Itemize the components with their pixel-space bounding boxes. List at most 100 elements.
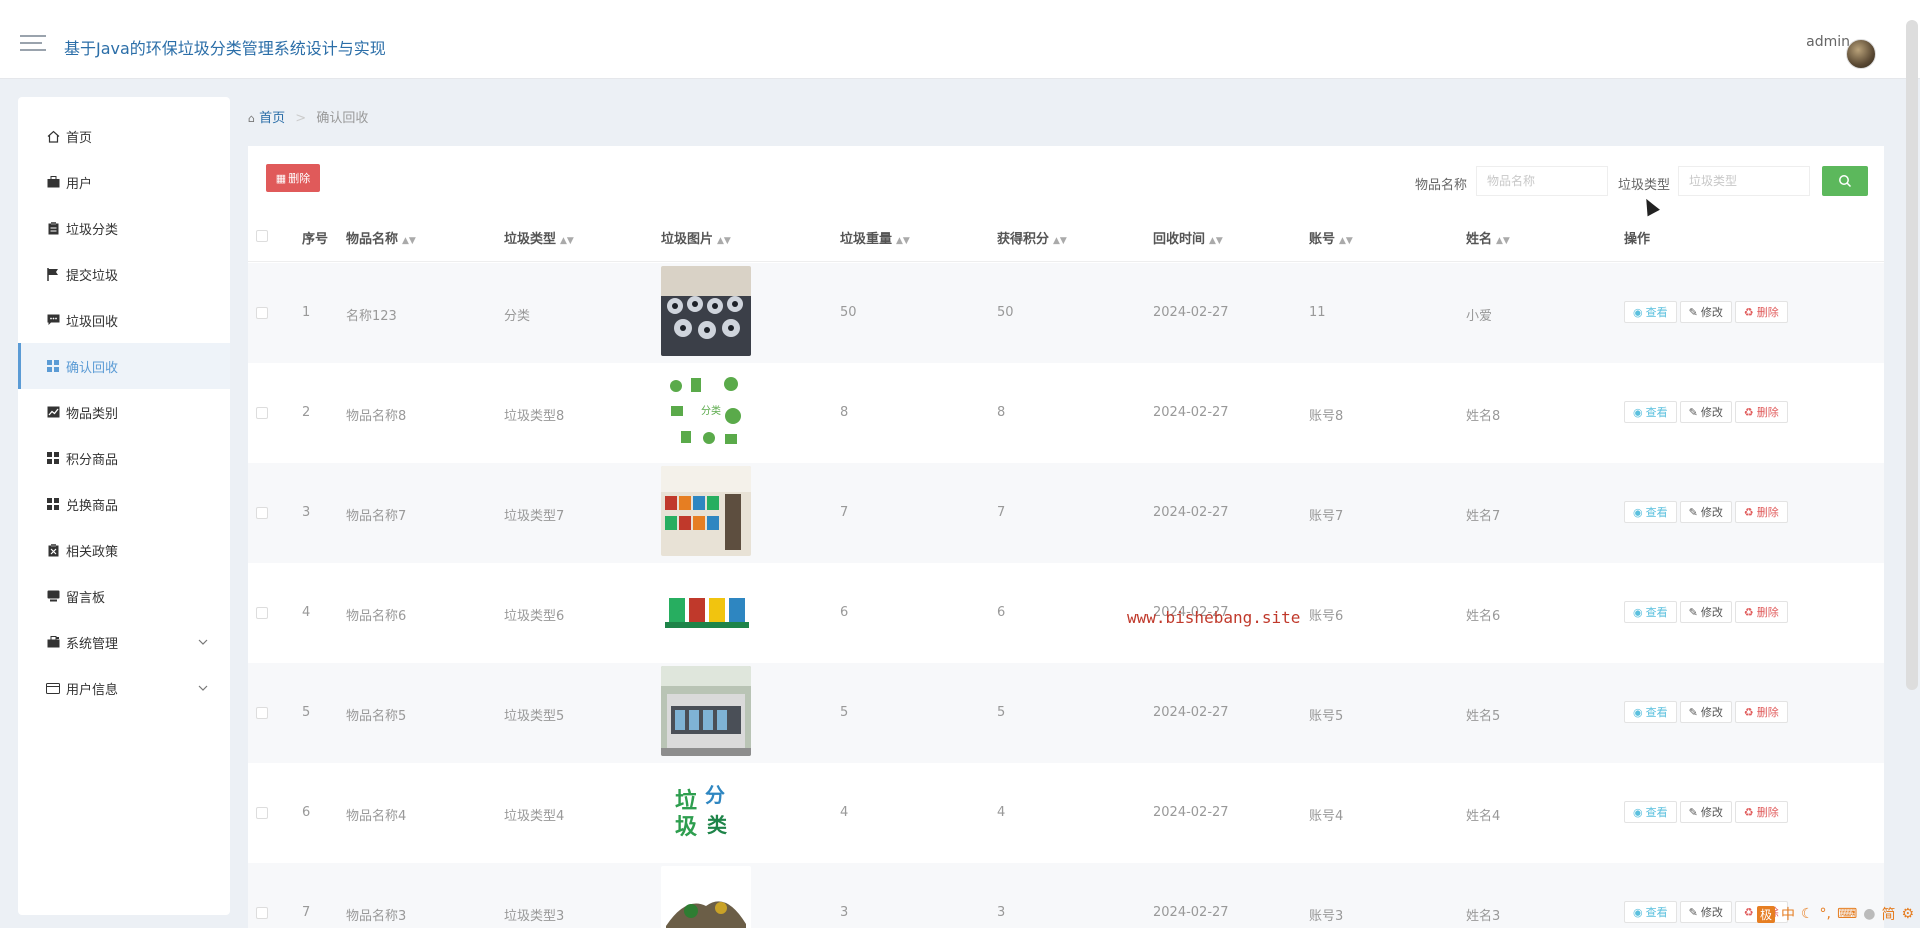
points-earned: 3	[997, 905, 1006, 920]
column-header[interactable]: 账号 ▲▼	[1309, 228, 1353, 247]
row-checkbox[interactable]	[256, 407, 268, 419]
ime-tray: 极 中 ☾ °, ⌨ ● 简 ⚙	[1756, 904, 1914, 924]
delete-button[interactable]: ♻删除	[1734, 401, 1788, 423]
column-header[interactable]: 姓名 ▲▼	[1466, 228, 1510, 247]
delete-button[interactable]: ♻删除	[1734, 801, 1788, 823]
trash-image[interactable]: 垃分圾类	[661, 766, 751, 856]
row-checkbox[interactable]	[256, 807, 268, 819]
sidebar-item-item-category[interactable]: 物品类别	[18, 389, 230, 435]
row-checkbox[interactable]	[256, 907, 268, 919]
sidebar-item-system[interactable]: 系统管理	[18, 619, 230, 665]
sidebar-item-label: 垃圾分类	[66, 222, 119, 238]
page-scrollbar[interactable]	[1906, 20, 1918, 690]
trash-image[interactable]	[661, 466, 751, 556]
sidebar-item-messages[interactable]: 留言板	[18, 573, 230, 619]
breadcrumb-current: 确认回收	[316, 111, 369, 126]
column-header[interactable]: 回收时间 ▲▼	[1153, 228, 1223, 247]
row-checkbox[interactable]	[256, 307, 268, 319]
sidebar-item-submit[interactable]: 提交垃圾	[18, 251, 230, 297]
row-checkbox[interactable]	[256, 707, 268, 719]
view-button[interactable]: ◉ 查看	[1624, 801, 1677, 823]
edit-button[interactable]: ✎ 修改	[1679, 701, 1732, 723]
menu-toggle-icon[interactable]	[20, 35, 46, 57]
view-button[interactable]: ◉ 查看	[1624, 501, 1677, 523]
sort-icon: ▲▼	[1053, 236, 1067, 246]
trash-image[interactable]	[661, 866, 751, 928]
row-index: 7	[302, 905, 311, 920]
sidebar-item-policies[interactable]: 相关政策	[18, 527, 230, 573]
sidebar-item-points-goods[interactable]: 积分商品	[18, 435, 230, 481]
trash-icon: ♻	[1743, 405, 1754, 419]
table-row[interactable]: 3 物品名称7 垃圾类型7 7 7 2024-02-27 账号7 姓名7 ◉ 查看 ✎ 修改 ♻ 删除	[248, 463, 1884, 563]
avatar[interactable]	[1846, 39, 1876, 69]
view-button[interactable]: ◉ 查看	[1624, 301, 1677, 323]
batch-delete-button[interactable]: ▦ 删除	[266, 164, 320, 192]
points-earned: 5	[997, 705, 1006, 720]
sidebar-item-user-info[interactable]: 用户信息	[18, 665, 230, 711]
sidebar-item-users[interactable]: 用户	[18, 159, 230, 205]
punctuation-icon[interactable]: °,	[1820, 906, 1831, 922]
view-button[interactable]: ◉ 查看	[1624, 401, 1677, 423]
trash-image[interactable]	[661, 566, 751, 656]
sidebar-item-label: 垃圾回收	[66, 314, 119, 330]
delete-button[interactable]: ♻删除	[1734, 501, 1788, 523]
table-row[interactable]: 6 物品名称4 垃圾类型4 4 4 2024-02-27 账号4 姓名4 垃分圾类 ◉ 查看 ✎ 修改 ♻…	[248, 763, 1884, 863]
sidebar-item-exchange-goods[interactable]: 兑换商品	[18, 481, 230, 527]
column-header[interactable]: 物品名称 ▲▼	[346, 228, 416, 247]
row-checkbox[interactable]	[256, 607, 268, 619]
column-header[interactable]: 垃圾重量 ▲▼	[840, 228, 910, 247]
username[interactable]: admin	[1806, 34, 1850, 50]
ime-mode[interactable]: 简	[1881, 904, 1895, 924]
edit-button[interactable]: ✎ 修改	[1679, 401, 1732, 423]
edit-button[interactable]: ✎ 修改	[1679, 801, 1732, 823]
edit-button[interactable]: ✎ 修改	[1679, 901, 1732, 923]
table-row[interactable]: 7物品名称3垃圾类型3332024-02-27账号3姓名3◉查看✎修改♻删除	[248, 863, 1884, 928]
moon-icon[interactable]: ☾	[1801, 906, 1814, 922]
search-button[interactable]	[1822, 166, 1868, 196]
sidebar-item-recycle[interactable]: 垃圾回收	[18, 297, 230, 343]
edit-icon: ✎	[1688, 705, 1698, 719]
sort-icon: ▲▼	[1339, 236, 1353, 246]
sidebar-item-classification[interactable]: 垃圾分类	[18, 205, 230, 251]
delete-button[interactable]: ♻删除	[1734, 701, 1788, 723]
edit-button[interactable]: ✎ 修改	[1679, 601, 1732, 623]
search-type-input[interactable]	[1678, 166, 1810, 196]
table-row[interactable]: 5 物品名称5 垃圾类型5 5 5 2024-02-27 账号5 姓名5 ◉ 查看 ✎ 修改 ♻ 删除	[248, 663, 1884, 763]
item-name: 物品名称4	[346, 809, 407, 824]
table-row[interactable]: 4 物品名称6 垃圾类型6 6 6 2024-02-27 账号6 姓名6 ◉ 查看 ✎ 修改 ♻ 删除	[248, 563, 1884, 663]
ime-language[interactable]: 中	[1781, 904, 1795, 924]
column-header[interactable]: 获得积分 ▲▼	[997, 228, 1067, 247]
keyboard-icon[interactable]: ⌨	[1837, 906, 1857, 922]
view-button[interactable]: ◉ 查看	[1624, 701, 1677, 723]
column-header[interactable]: 垃圾图片 ▲▼	[661, 228, 731, 247]
person-name: 姓名8	[1466, 409, 1501, 424]
trash-image[interactable]	[661, 666, 751, 756]
ime-indicator[interactable]: 极	[1756, 905, 1775, 923]
line-chart-icon	[46, 405, 60, 419]
view-button[interactable]: ◉ 查看	[1624, 901, 1677, 923]
gear-icon[interactable]: ⚙	[1901, 906, 1914, 922]
user-icon[interactable]: ●	[1863, 906, 1875, 922]
trash-icon: ♻	[1743, 505, 1754, 519]
select-all-checkbox[interactable]	[256, 230, 268, 242]
table-row[interactable]: 1 名称123 分类 50 50 2024-02-27 11 小爱 ◉ 查看 ✎ 修改 ♻ 删除	[248, 263, 1884, 363]
account: 账号5	[1309, 709, 1344, 724]
sidebar-item-home[interactable]: 首页	[18, 113, 230, 159]
delete-button[interactable]: ♻删除	[1734, 301, 1788, 323]
trash-image[interactable]: 分类	[661, 366, 751, 456]
sort-icon: ▲▼	[560, 236, 574, 246]
trash-image[interactable]	[661, 266, 751, 356]
home-icon: ⌂	[248, 112, 255, 125]
sort-icon: ▲▼	[1209, 236, 1223, 246]
edit-button[interactable]: ✎ 修改	[1679, 501, 1732, 523]
search-name-input[interactable]	[1476, 166, 1608, 196]
column-header[interactable]: 垃圾类型 ▲▼	[504, 228, 574, 247]
delete-button[interactable]: ♻删除	[1734, 601, 1788, 623]
breadcrumb-home[interactable]: 首页	[259, 111, 285, 126]
edit-button[interactable]: ✎ 修改	[1679, 301, 1732, 323]
view-button[interactable]: ◉ 查看	[1624, 601, 1677, 623]
row-checkbox[interactable]	[256, 507, 268, 519]
edit-icon: ✎	[1688, 905, 1698, 919]
sidebar-item-confirm-recycle[interactable]: 确认回收	[18, 343, 230, 389]
table-row[interactable]: 2 物品名称8 垃圾类型8 8 8 2024-02-27 账号8 姓名8 分类 ◉ 查看 ✎ 修改 ♻ 删除	[248, 363, 1884, 463]
